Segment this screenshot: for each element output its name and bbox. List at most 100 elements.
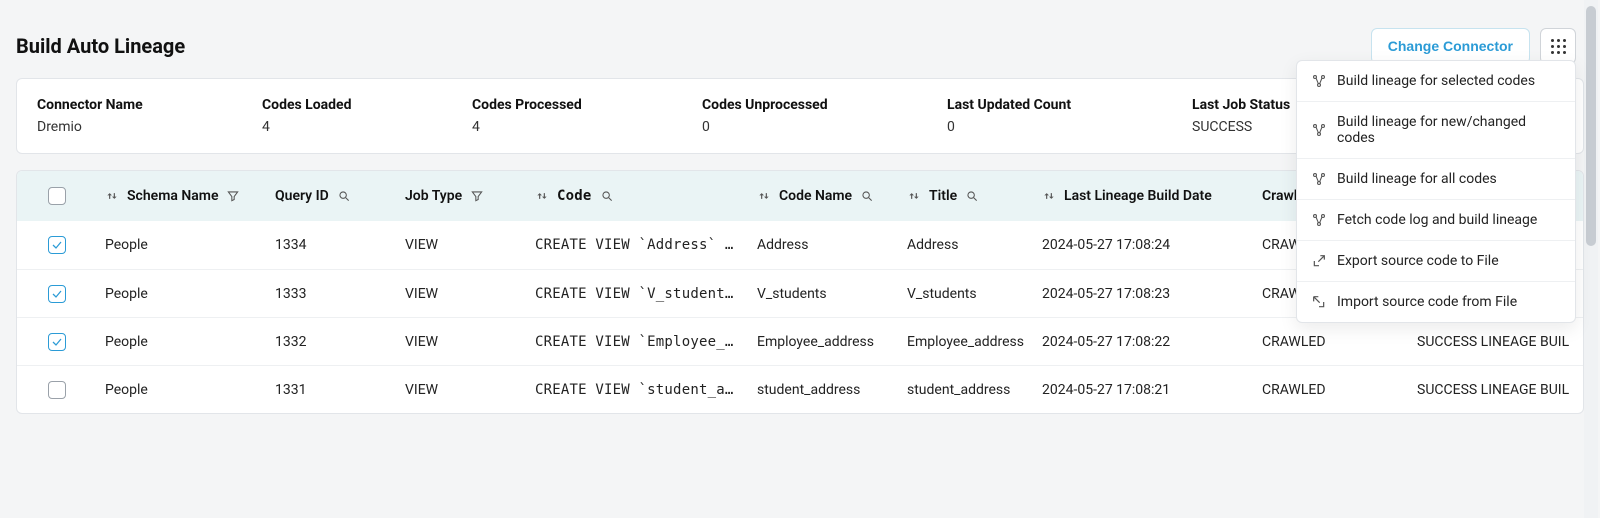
column-label: Job Type bbox=[405, 188, 462, 204]
cell-title: Address bbox=[899, 237, 1034, 253]
menu-item-label: Export source code to File bbox=[1337, 253, 1499, 269]
cell-job-type: VIEW bbox=[397, 286, 527, 302]
cell-job-type: VIEW bbox=[397, 237, 527, 253]
cell-schema: People bbox=[97, 382, 267, 398]
column-label: Title bbox=[929, 188, 957, 204]
cell-last-date: 2024-05-27 17:08:21 bbox=[1034, 382, 1254, 398]
menu-item-label: Build lineage for selected codes bbox=[1337, 73, 1535, 89]
cell-crawled: CRAWLED bbox=[1254, 382, 1409, 398]
search-icon[interactable] bbox=[337, 189, 351, 203]
scroll-thumb[interactable] bbox=[1586, 6, 1596, 246]
cell-schema: People bbox=[97, 334, 267, 350]
stat-codes-processed: Codes Processed 4 bbox=[472, 97, 702, 135]
column-header-job-type[interactable]: Job Type bbox=[405, 188, 519, 204]
column-label: Query ID bbox=[275, 188, 329, 204]
column-label: Code bbox=[557, 188, 592, 204]
page-title: Build Auto Lineage bbox=[16, 34, 185, 58]
menu-item-fetch-code-log-and-build-lineage[interactable]: Fetch code log and build lineage bbox=[1297, 199, 1575, 240]
lineage-icon bbox=[1311, 212, 1327, 228]
change-connector-button[interactable]: Change Connector bbox=[1371, 28, 1530, 64]
column-header-query-id[interactable]: Query ID bbox=[275, 188, 389, 204]
cell-schema: People bbox=[97, 237, 267, 253]
cell-query-id: 1333 bbox=[267, 286, 397, 302]
cell-run-status: SUCCESS LINEAGE BUIL bbox=[1409, 334, 1583, 350]
cell-title: Employee_address bbox=[899, 334, 1034, 350]
stat-label: Connector Name bbox=[37, 97, 262, 113]
menu-item-label: Build lineage for all codes bbox=[1337, 171, 1497, 187]
row-checkbox[interactable] bbox=[48, 285, 66, 303]
cell-code-name: V_students bbox=[749, 286, 899, 302]
stat-codes-loaded: Codes Loaded 4 bbox=[262, 97, 472, 135]
sort-icon bbox=[105, 189, 119, 203]
stat-label: Last Updated Count bbox=[947, 97, 1192, 113]
lineage-icon bbox=[1311, 122, 1327, 138]
cell-last-date: 2024-05-27 17:08:22 bbox=[1034, 334, 1254, 350]
cell-query-id: 1331 bbox=[267, 382, 397, 398]
stat-label: Codes Loaded bbox=[262, 97, 472, 113]
menu-item-build-lineage-for-all-codes[interactable]: Build lineage for all codes bbox=[1297, 158, 1575, 199]
sort-icon bbox=[1042, 189, 1056, 203]
cell-job-type: VIEW bbox=[397, 382, 527, 398]
column-label: Last Lineage Build Date bbox=[1064, 188, 1212, 204]
menu-item-import-source-code-from-file[interactable]: Import source code from File bbox=[1297, 281, 1575, 322]
table-row[interactable]: People1331VIEWCREATE VIEW `student_add…s… bbox=[17, 365, 1583, 413]
stat-label: Codes Unprocessed bbox=[702, 97, 947, 113]
cell-last-date: 2024-05-27 17:08:23 bbox=[1034, 286, 1254, 302]
grid-icon bbox=[1551, 39, 1566, 54]
menu-item-label: Fetch code log and build lineage bbox=[1337, 212, 1537, 228]
menu-item-build-lineage-for-selected-codes[interactable]: Build lineage for selected codes bbox=[1297, 61, 1575, 101]
menu-item-build-lineage-for-new-changed-codes[interactable]: Build lineage for new/changed codes bbox=[1297, 101, 1575, 158]
stat-codes-unprocessed: Codes Unprocessed0 bbox=[702, 97, 947, 135]
cell-code: CREATE VIEW `Address` AS… bbox=[527, 237, 749, 253]
cell-code-name: Employee_address bbox=[749, 334, 899, 350]
stat-value: Dremio bbox=[37, 119, 262, 135]
search-icon[interactable] bbox=[965, 189, 979, 203]
export-icon bbox=[1311, 253, 1327, 269]
actions-menu: Build lineage for selected codes Build li… bbox=[1296, 60, 1576, 323]
filter-icon[interactable] bbox=[226, 189, 240, 203]
stat-value: 4 bbox=[262, 119, 472, 135]
row-checkbox[interactable] bbox=[48, 381, 66, 399]
more-actions-button[interactable] bbox=[1540, 28, 1576, 64]
cell-query-id: 1334 bbox=[267, 237, 397, 253]
column-header-code[interactable]: Code bbox=[535, 188, 741, 204]
cell-job-type: VIEW bbox=[397, 334, 527, 350]
cell-code-name: Address bbox=[749, 237, 899, 253]
vertical-scrollbar[interactable] bbox=[1584, 0, 1598, 518]
cell-title: student_address bbox=[899, 382, 1034, 398]
column-header-schema[interactable]: Schema Name bbox=[105, 188, 259, 204]
filter-icon[interactable] bbox=[470, 189, 484, 203]
menu-item-export-source-code-to-file[interactable]: Export source code to File bbox=[1297, 240, 1575, 281]
import-icon bbox=[1311, 294, 1327, 310]
row-checkbox[interactable] bbox=[48, 236, 66, 254]
select-all-checkbox[interactable] bbox=[48, 187, 66, 205]
cell-query-id: 1332 bbox=[267, 334, 397, 350]
search-icon[interactable] bbox=[860, 189, 874, 203]
stat-last-updated-count: Last Updated Count 0 bbox=[947, 97, 1192, 135]
cell-title: V_students bbox=[899, 286, 1034, 302]
table-row[interactable]: People1332VIEWCREATE VIEW `Employee_ad…E… bbox=[17, 317, 1583, 365]
column-header-last-date[interactable]: Last Lineage Build Date bbox=[1042, 188, 1246, 204]
cell-crawled: CRAWLED bbox=[1254, 334, 1409, 350]
stat-label: Codes Processed bbox=[472, 97, 702, 113]
column-header-code-name[interactable]: Code Name bbox=[757, 188, 891, 204]
column-header-title[interactable]: Title bbox=[907, 188, 1026, 204]
search-icon[interactable] bbox=[600, 189, 614, 203]
sort-icon bbox=[907, 189, 921, 203]
sort-icon bbox=[535, 189, 549, 203]
cell-schema: People bbox=[97, 286, 267, 302]
stat-connector-name: Connector Name Dremio bbox=[37, 97, 262, 135]
cell-code: CREATE VIEW `V_students`… bbox=[527, 286, 749, 302]
stat-value: 4 bbox=[472, 119, 702, 135]
cell-code: CREATE VIEW `student_add… bbox=[527, 382, 749, 398]
cell-code: CREATE VIEW `Employee_ad… bbox=[527, 334, 749, 350]
stat-value: 0 bbox=[947, 119, 1192, 135]
menu-item-label: Build lineage for new/changed codes bbox=[1337, 114, 1561, 146]
menu-item-label: Import source code from File bbox=[1337, 294, 1517, 310]
cell-code-name: student_address bbox=[749, 382, 899, 398]
lineage-icon bbox=[1311, 73, 1327, 89]
column-label: Code Name bbox=[779, 188, 852, 204]
cell-last-date: 2024-05-27 17:08:24 bbox=[1034, 237, 1254, 253]
row-checkbox[interactable] bbox=[48, 333, 66, 351]
lineage-icon bbox=[1311, 171, 1327, 187]
